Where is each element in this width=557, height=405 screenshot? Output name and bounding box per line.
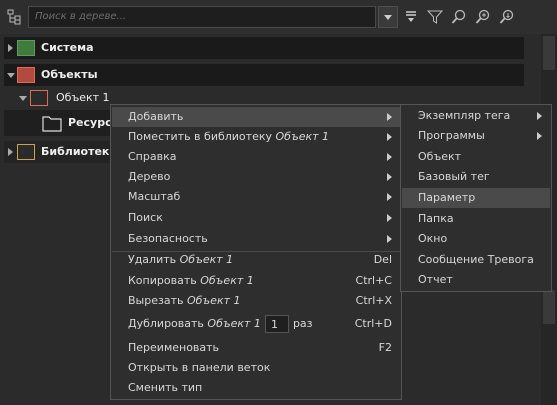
tree-structure-icon[interactable]	[3, 6, 25, 28]
system-icon	[17, 40, 35, 56]
submenu-arrow-icon	[387, 173, 392, 181]
submenu-arrow-icon	[387, 133, 392, 141]
menu-item-scale[interactable]: Масштаб	[112, 187, 400, 207]
duplicate-count-input[interactable]: 1	[264, 315, 289, 333]
search-placeholder: Поиск в дереве...	[35, 11, 127, 22]
tree-item-label: Объект 1	[56, 91, 110, 104]
submenu-item-programs[interactable]: Программы	[402, 126, 550, 146]
scrollbar-thumb[interactable]	[543, 36, 555, 70]
tree-item-system[interactable]: Система	[4, 37, 524, 59]
menu-item-add[interactable]: Добавить	[112, 107, 400, 127]
tree-item-libraries[interactable]: Библиотеки	[4, 141, 124, 163]
folder-icon	[42, 116, 62, 132]
tree-item-objects[interactable]: Объекты	[4, 64, 524, 86]
menu-item-copy[interactable]: Копировать Объект 1 Ctrl+C	[112, 271, 400, 291]
submenu-arrow-icon	[387, 193, 392, 201]
library-icon	[17, 144, 35, 160]
objects-icon	[17, 67, 35, 83]
submenu-add: Экземпляр тега Программы Объект Базовый …	[400, 104, 552, 292]
collapse-arrow-icon[interactable]	[7, 73, 15, 78]
tree-item-resources[interactable]: Ресурсы	[4, 110, 124, 136]
submenu-arrow-icon	[387, 214, 392, 222]
submenu-item-base-tag[interactable]: Базовый тег	[402, 167, 550, 187]
menu-item-cut[interactable]: Вырезать Объект 1 Ctrl+X	[112, 291, 400, 311]
expand-arrow-icon[interactable]	[8, 44, 13, 52]
filter-icon[interactable]	[424, 6, 446, 28]
submenu-item-tag-instance[interactable]: Экземпляр тега	[402, 106, 550, 126]
menu-item-duplicate[interactable]: Дублировать Объект 1 1 раз Ctrl+D	[112, 313, 400, 335]
menu-item-tree[interactable]: Дерево	[112, 167, 400, 187]
tree-item-label: Библиотеки	[41, 145, 118, 158]
submenu-arrow-icon	[537, 132, 542, 140]
submenu-arrow-icon	[537, 112, 542, 120]
tree-item-label: Система	[41, 41, 94, 54]
collapse-arrow-icon[interactable]	[19, 96, 27, 101]
search-input[interactable]: Поиск в дереве...	[28, 6, 376, 28]
context-menu: Добавить Поместить в библиотеку Объект 1…	[110, 104, 402, 400]
submenu-item-report[interactable]: Отчет	[402, 270, 550, 290]
submenu-item-parameter[interactable]: Параметр	[402, 188, 550, 208]
menu-item-delete[interactable]: Удалить Объект 1 Del	[112, 250, 400, 270]
chevron-down-icon	[384, 14, 392, 20]
search-icon[interactable]	[448, 6, 470, 28]
menu-item-help[interactable]: Справка	[112, 147, 400, 167]
submenu-item-window[interactable]: Окно	[402, 229, 550, 249]
menu-item-open-branch[interactable]: Открыть в панели веток	[112, 358, 400, 378]
menu-item-security[interactable]: Безопасность	[112, 229, 400, 249]
filter-down-icon[interactable]	[400, 6, 422, 28]
search-dropdown-button[interactable]	[378, 6, 398, 28]
zoom-out-icon[interactable]	[496, 6, 518, 28]
zoom-in-icon[interactable]	[472, 6, 494, 28]
menu-item-change-type[interactable]: Сменить тип	[112, 378, 400, 398]
menu-item-place-library[interactable]: Поместить в библиотеку Объект 1	[112, 127, 400, 147]
submenu-arrow-icon	[387, 153, 392, 161]
submenu-item-alarm-message[interactable]: Сообщение Тревога	[402, 250, 550, 270]
submenu-arrow-icon	[387, 235, 392, 243]
tree-item-label: Объекты	[41, 68, 98, 81]
submenu-arrow-icon	[387, 113, 392, 121]
expand-arrow-icon[interactable]	[8, 148, 13, 156]
submenu-item-folder[interactable]: Папка	[402, 209, 550, 229]
object-icon	[30, 90, 48, 106]
menu-item-search[interactable]: Поиск	[112, 208, 400, 228]
submenu-item-object[interactable]: Объект	[402, 147, 550, 167]
scrollbar-thumb-lower[interactable]	[543, 290, 555, 324]
toolbar: Поиск в дереве...	[0, 0, 557, 34]
menu-item-rename[interactable]: Переименовать F2	[112, 338, 400, 358]
